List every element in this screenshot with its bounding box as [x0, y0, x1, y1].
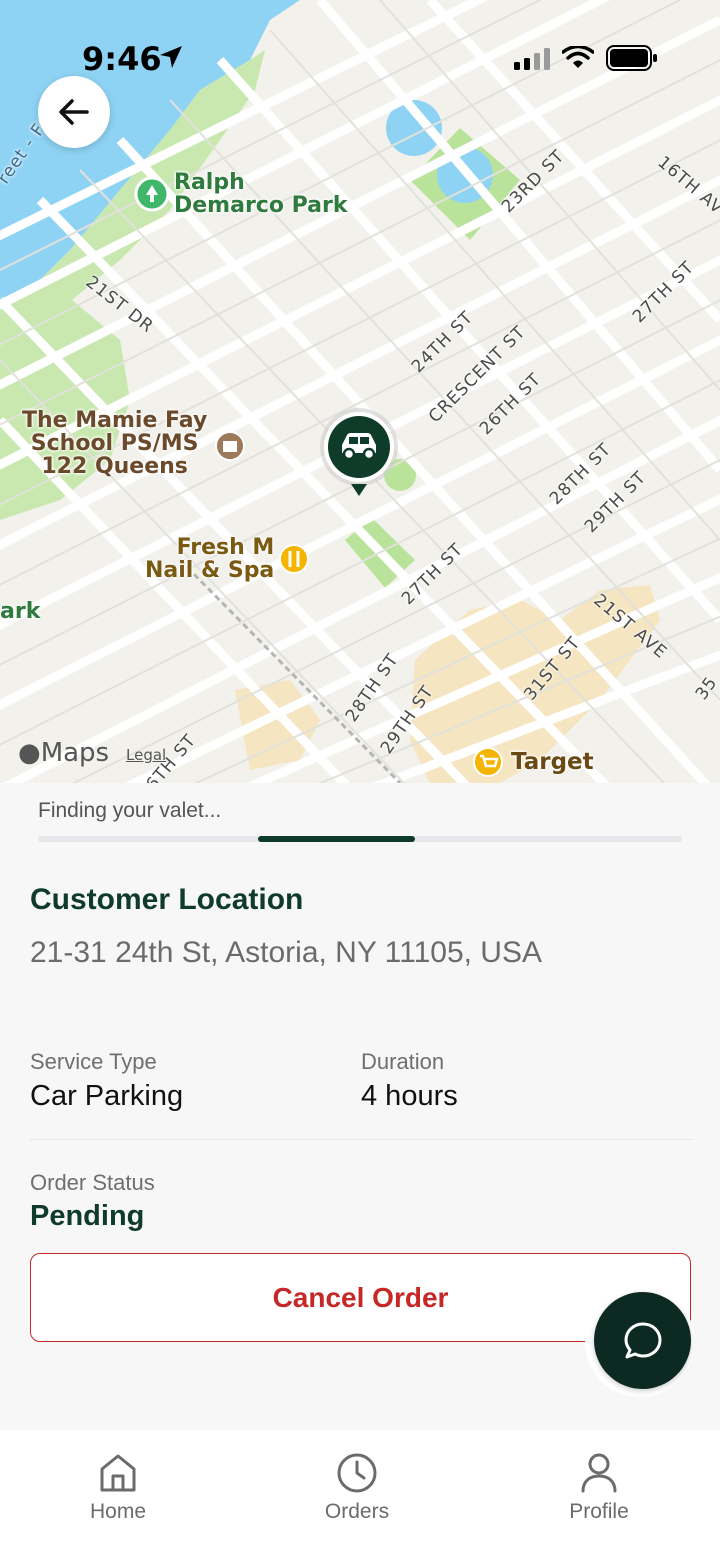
service-type-label: Service Type — [30, 1049, 157, 1074]
tab-home[interactable]: Home — [38, 1452, 198, 1524]
arrow-left-icon — [59, 99, 89, 125]
order-status-label: Order Status — [30, 1170, 155, 1195]
duration-value: 4 hours — [361, 1080, 458, 1112]
school-marker-icon — [215, 431, 245, 461]
tab-orders[interactable]: Orders — [277, 1452, 437, 1524]
status-time: 9:46 — [82, 40, 162, 78]
tab-profile-label: Profile — [569, 1500, 629, 1523]
wifi-icon — [562, 46, 594, 68]
poi-school[interactable]: The Mamie Fay School PS/MS 122 Queens — [22, 409, 207, 478]
chat-button[interactable] — [594, 1292, 691, 1389]
person-icon — [581, 1453, 617, 1493]
app-screen: Ralph Demarco Park The Mamie Fay School … — [0, 0, 720, 1565]
maps-attribution: ●Maps — [18, 738, 110, 768]
chat-bubble-icon — [624, 1322, 661, 1358]
cellular-signal-icon — [514, 48, 550, 70]
tab-orders-label: Orders — [324, 1500, 390, 1523]
tab-profile[interactable]: Profile — [519, 1452, 679, 1524]
service-type-value: Car Parking — [30, 1080, 184, 1112]
duration-label: Duration — [361, 1049, 445, 1074]
poi-nail-spa[interactable]: Fresh M Nail & Spa — [145, 536, 274, 582]
park-marker-icon — [134, 176, 170, 212]
bottom-tab-bar: Home Orders Profile — [0, 1430, 720, 1565]
clock-icon — [337, 1453, 377, 1493]
poi-target[interactable]: Target — [511, 750, 594, 774]
apple-logo-icon: ● — [18, 738, 41, 768]
status-bar: 9:46 — [0, 0, 720, 110]
poi-ralph-demarco-park[interactable]: Ralph Demarco Park — [174, 171, 347, 217]
section-divider — [30, 1139, 692, 1140]
finding-progress-bar — [38, 836, 682, 842]
order-details-sheet: Finding your valet... Customer Location … — [0, 783, 720, 1430]
target-marker-icon — [473, 747, 503, 777]
back-button[interactable] — [38, 76, 110, 148]
home-icon — [100, 1454, 136, 1492]
customer-location-heading: Customer Location — [30, 883, 304, 916]
tab-home-label: Home — [89, 1500, 147, 1523]
battery-icon — [606, 45, 657, 71]
progress-indicator — [258, 836, 415, 842]
customer-address: 21-31 24th St, Astoria, NY 11105, USA — [30, 936, 542, 969]
legal-link[interactable]: Legal — [126, 746, 166, 764]
car-location-pin-icon[interactable] — [318, 408, 400, 500]
finding-valet-text: Finding your valet... — [38, 799, 222, 822]
poi-park-edge: ark — [0, 599, 41, 624]
map-view[interactable]: Ralph Demarco Park The Mamie Fay School … — [0, 0, 720, 783]
nail-spa-marker-icon — [279, 544, 309, 574]
location-arrow-icon — [160, 46, 182, 68]
order-status-value: Pending — [30, 1200, 145, 1232]
